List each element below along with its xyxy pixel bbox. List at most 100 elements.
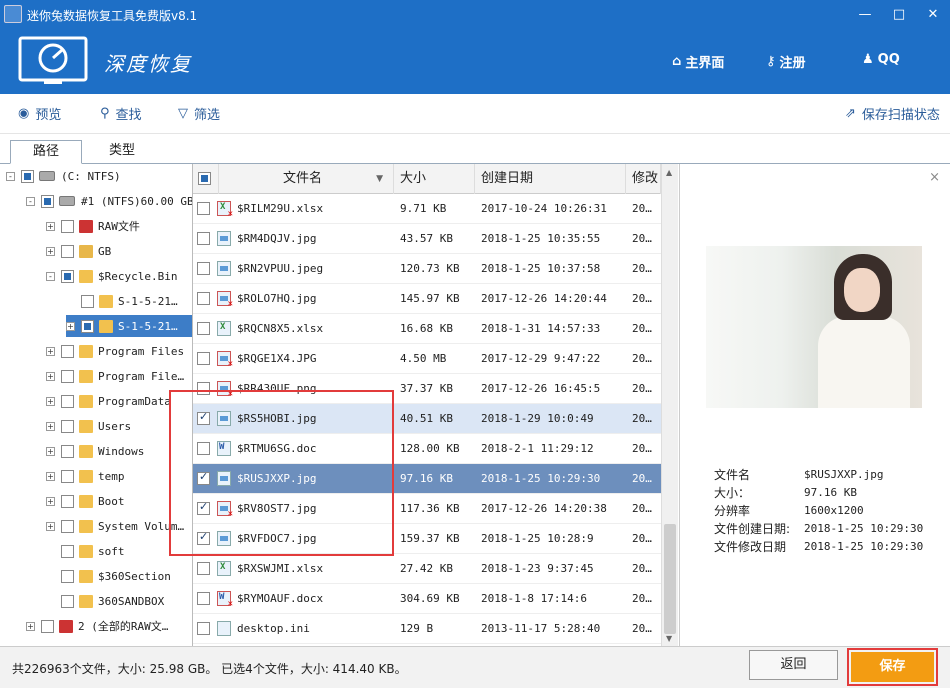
- file-row[interactable]: $RQGE1X4.JPG 4.50 MB 2017-12-29 9:47:22 20…: [193, 344, 661, 374]
- expander-icon[interactable]: +: [46, 421, 55, 431]
- tree-checkbox[interactable]: [61, 369, 74, 383]
- minimize-button[interactable]: —: [852, 4, 878, 26]
- file-size: 27.42 KB: [400, 562, 453, 575]
- tree-node[interactable]: + System Volum…: [46, 515, 184, 537]
- file-row[interactable]: $RM4DQJV.jpg 43.57 KB 2018-1-25 10:35:55 20…: [193, 224, 661, 254]
- file-row[interactable]: desktop.ini 129 B 2013-11-17 5:28:40 20…: [193, 614, 661, 644]
- file-checkbox[interactable]: [197, 262, 210, 275]
- expander-icon[interactable]: -: [46, 271, 55, 281]
- expander-icon[interactable]: +: [46, 221, 55, 231]
- preview-close-icon[interactable]: ×: [929, 170, 940, 185]
- file-row[interactable]: $RILM29U.xlsx 9.71 KB 2017-10-24 10:26:31 2…: [193, 194, 661, 224]
- expander-icon[interactable]: -: [26, 196, 35, 206]
- select-all-checkbox-cell[interactable]: [193, 164, 219, 194]
- tree-checkbox[interactable]: [61, 269, 74, 283]
- tree-checkbox[interactable]: [61, 394, 74, 408]
- tree-checkbox[interactable]: [61, 444, 74, 458]
- tree-checkbox[interactable]: [61, 544, 74, 558]
- scroll-up-icon[interactable]: ▲: [666, 168, 672, 177]
- tab-type[interactable]: 类型: [86, 140, 158, 164]
- tree-checkbox[interactable]: [81, 319, 94, 333]
- save-button[interactable]: 保存: [851, 652, 934, 682]
- tree-node[interactable]: - $Recycle.Bin: [46, 265, 177, 287]
- file-checkbox[interactable]: [197, 592, 210, 605]
- preview-button[interactable]: ◉ 预览: [18, 104, 61, 123]
- tree-checkbox[interactable]: [61, 469, 74, 483]
- tree-node[interactable]: + Program File…: [46, 365, 184, 387]
- tree-checkbox[interactable]: [41, 194, 54, 208]
- tree-node[interactable]: - (C: NTFS): [6, 165, 121, 187]
- file-row[interactable]: $ROLO7HQ.jpg 145.97 KB 2017-12-26 14:20:44…: [193, 284, 661, 314]
- column-name[interactable]: 文件名 ▼: [219, 164, 394, 194]
- column-created[interactable]: 创建日期: [475, 164, 626, 194]
- tree-node[interactable]: $360Section: [46, 565, 171, 587]
- file-row[interactable]: $RQCN8X5.xlsx 16.68 KB 2018-1-31 14:57:33 2…: [193, 314, 661, 344]
- scrollbar-thumb[interactable]: [664, 524, 676, 634]
- expander-icon[interactable]: +: [66, 321, 75, 331]
- scroll-down-icon[interactable]: ▼: [666, 634, 672, 643]
- tree-node[interactable]: - #1 (NTFS)60.00 GB: [26, 190, 192, 212]
- status-text: 共226963个文件，大小: 25.98 GB。 已选4个文件，大小: 414.…: [12, 662, 407, 676]
- expander-icon[interactable]: +: [46, 346, 55, 356]
- file-checkbox[interactable]: [197, 562, 210, 575]
- tree-checkbox[interactable]: [61, 519, 74, 533]
- expander-icon[interactable]: +: [46, 471, 55, 481]
- tree-node[interactable]: 360SANDBOX: [46, 590, 164, 612]
- expander-icon[interactable]: +: [46, 446, 55, 456]
- tree-checkbox[interactable]: [81, 294, 94, 308]
- expander-icon[interactable]: -: [6, 171, 15, 181]
- tree-checkbox[interactable]: [61, 594, 74, 608]
- column-modified[interactable]: 修改日: [626, 164, 661, 194]
- file-checkbox[interactable]: [197, 232, 210, 245]
- filter-button[interactable]: ▽ 筛选: [178, 104, 220, 123]
- expander-icon[interactable]: +: [26, 621, 35, 631]
- nav-register[interactable]: ⚷ 注册: [766, 52, 806, 71]
- nav-home[interactable]: ⌂ 主界面: [672, 52, 724, 71]
- tree-checkbox[interactable]: [21, 169, 34, 183]
- tree-checkbox[interactable]: [61, 569, 74, 583]
- nav-qq[interactable]: ♟ QQ: [862, 52, 900, 67]
- tree-node[interactable]: + GB: [46, 240, 111, 262]
- column-size[interactable]: 大小: [394, 164, 475, 194]
- select-all-checkbox[interactable]: [198, 172, 211, 185]
- file-checkbox[interactable]: [197, 352, 210, 365]
- file-checkbox[interactable]: [197, 292, 210, 305]
- close-button[interactable]: ✕: [920, 4, 946, 26]
- find-button[interactable]: ⚲ 查找: [100, 104, 142, 123]
- file-row[interactable]: $RXSWJMI.xlsx 27.42 KB 2018-1-23 9:37:45 20…: [193, 554, 661, 584]
- tree-node[interactable]: + Windows: [46, 440, 144, 462]
- tree-checkbox[interactable]: [61, 419, 74, 433]
- tree-checkbox[interactable]: [61, 219, 74, 233]
- tree-checkbox[interactable]: [61, 494, 74, 508]
- tree-checkbox[interactable]: [61, 244, 74, 258]
- expander-icon[interactable]: +: [46, 371, 55, 381]
- tree-node[interactable]: soft: [46, 540, 125, 562]
- expander-icon[interactable]: +: [46, 521, 55, 531]
- file-name: $RM4DQJV.jpg: [237, 232, 317, 245]
- tree-node[interactable]: +2 (全部的RAW文…: [26, 615, 168, 637]
- tree-node[interactable]: + Program Files: [46, 340, 184, 362]
- tree-node[interactable]: + temp: [46, 465, 125, 487]
- tree-node[interactable]: + Users: [46, 415, 131, 437]
- back-button[interactable]: 返回: [749, 650, 838, 680]
- tree-node[interactable]: + Boot: [46, 490, 125, 512]
- save-scan-button[interactable]: ⇗ 保存扫描状态: [845, 104, 940, 123]
- file-checkbox[interactable]: [197, 622, 210, 635]
- tree-checkbox[interactable]: [61, 344, 74, 358]
- file-row[interactable]: $RYMOAUF.docx 304.69 KB 2018-1-8 17:14:6 20…: [193, 584, 661, 614]
- maximize-button[interactable]: □: [886, 4, 912, 26]
- tree-node[interactable]: S-1-5-21…: [66, 290, 178, 312]
- expander-icon[interactable]: +: [46, 496, 55, 506]
- expander-icon[interactable]: +: [46, 246, 55, 256]
- tree-checkbox[interactable]: [41, 619, 54, 633]
- file-checkbox[interactable]: [197, 322, 210, 335]
- file-row[interactable]: $RN2VPUU.jpeg 120.73 KB 2018-1-25 10:37:58…: [193, 254, 661, 284]
- file-modified: 20…: [632, 502, 652, 515]
- tree-node[interactable]: + S-1-5-21…: [66, 315, 192, 337]
- expander-icon[interactable]: +: [46, 396, 55, 406]
- file-checkbox[interactable]: [197, 202, 210, 215]
- tree-node[interactable]: + ProgramData: [46, 390, 171, 412]
- tab-path[interactable]: 路径: [10, 140, 82, 164]
- tree-node[interactable]: + RAW文件: [46, 215, 140, 237]
- vertical-scrollbar[interactable]: ▲ ▼: [661, 164, 678, 646]
